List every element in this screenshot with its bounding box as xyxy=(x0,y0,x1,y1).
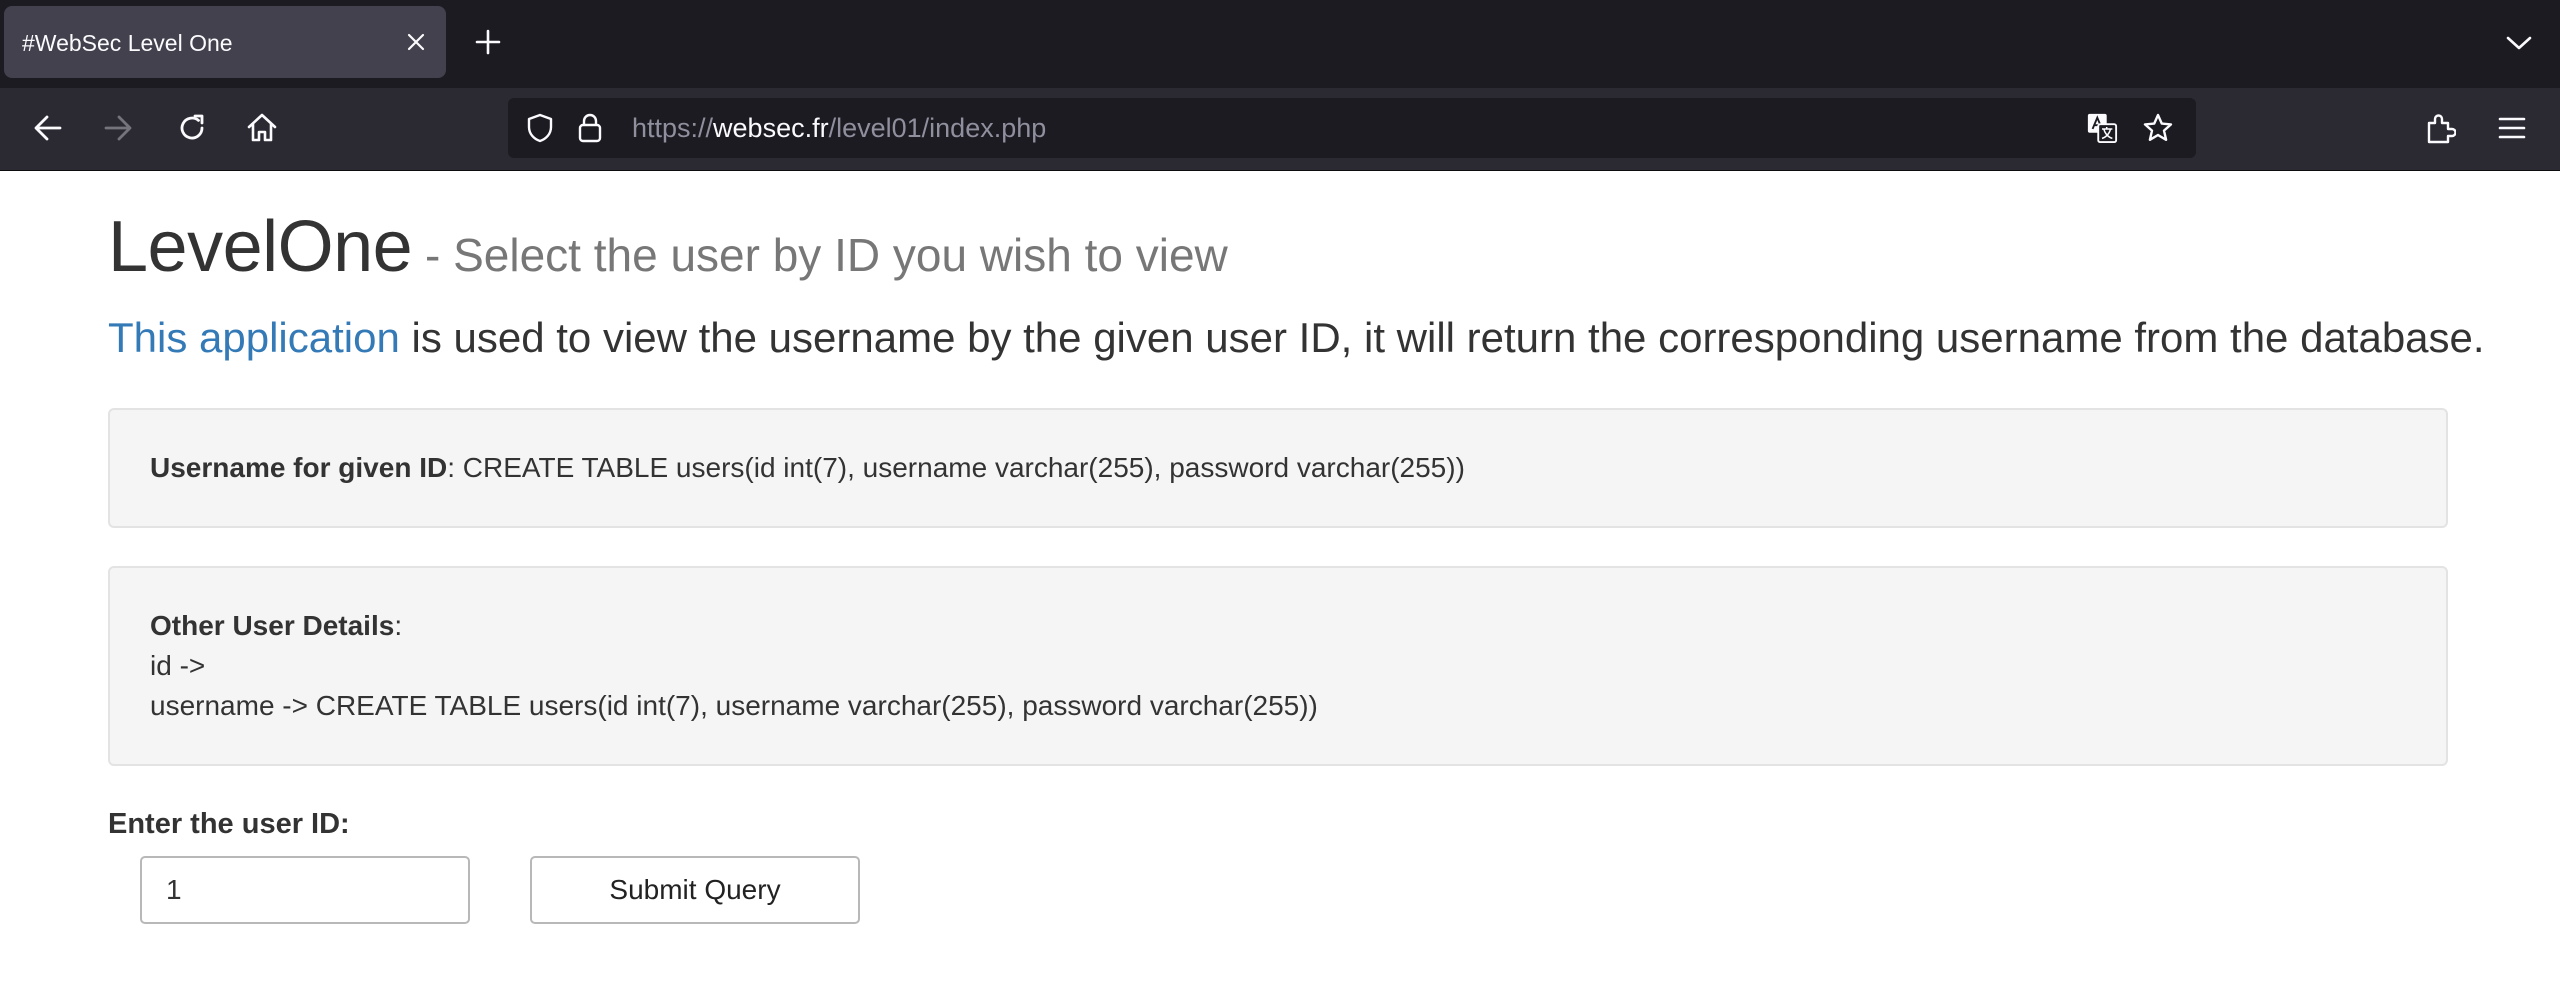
bookmark-star-icon[interactable] xyxy=(2142,112,2174,144)
translate-icon[interactable] xyxy=(2086,112,2118,144)
url-scheme: https:// xyxy=(632,113,714,143)
details-username-line: username -> CREATE TABLE users(id int(7)… xyxy=(150,690,1318,721)
list-all-tabs-icon[interactable] xyxy=(2502,26,2536,60)
result-line: Username for given ID: CREATE TABLE user… xyxy=(150,452,1465,484)
user-id-input[interactable] xyxy=(140,856,470,924)
details-separator: : xyxy=(394,610,403,641)
title-main: LevelOne xyxy=(108,207,413,287)
application-link[interactable]: This application xyxy=(108,314,400,361)
result-label: Username for given ID xyxy=(150,452,448,483)
result-panel: Username for given ID: CREATE TABLE user… xyxy=(108,408,2448,528)
tab-bar: #WebSec Level One xyxy=(0,0,2560,88)
tracking-protection-shield-icon[interactable] xyxy=(524,112,556,144)
url-path: /level01/index.php xyxy=(828,113,1047,143)
reload-icon[interactable] xyxy=(172,108,212,148)
lead-paragraph: This application is used to view the use… xyxy=(108,314,2485,362)
page-title: LevelOne - Select the user by ID you wis… xyxy=(108,206,1228,288)
web-page: LevelOne - Select the user by ID you wis… xyxy=(0,170,2560,998)
title-subtitle: - Select the user by ID you wish to view xyxy=(412,229,1228,281)
menu-icon[interactable] xyxy=(2492,108,2532,148)
details-panel: Other User Details: id -> username -> CR… xyxy=(108,566,2448,766)
home-icon[interactable] xyxy=(242,108,282,148)
lead-text: is used to view the username by the give… xyxy=(399,314,2485,361)
details-label: Other User Details xyxy=(150,610,395,641)
new-tab-icon[interactable] xyxy=(472,26,504,58)
result-separator: : xyxy=(447,452,455,483)
tab-title: #WebSec Level One xyxy=(22,30,233,56)
browser-tab[interactable]: #WebSec Level One xyxy=(4,6,446,78)
back-icon[interactable] xyxy=(28,108,68,148)
navigation-toolbar: https://websec.fr/level01/index.php xyxy=(0,88,2560,171)
url-bar[interactable]: https://websec.fr/level01/index.php xyxy=(508,98,2196,158)
forward-icon[interactable] xyxy=(98,108,138,148)
extensions-icon[interactable] xyxy=(2420,108,2460,148)
close-tab-icon[interactable] xyxy=(400,26,432,58)
user-id-label: Enter the user ID: xyxy=(108,808,350,840)
submit-query-button[interactable]: Submit Query xyxy=(530,856,860,924)
details-heading: Other User Details: xyxy=(150,610,402,642)
url-host: websec.fr xyxy=(713,113,829,143)
lock-icon[interactable] xyxy=(574,112,606,144)
result-value: CREATE TABLE users(id int(7), username v… xyxy=(454,452,1465,483)
url-text[interactable]: https://websec.fr/level01/index.php xyxy=(632,113,1046,144)
details-id-line: id -> xyxy=(150,650,206,681)
